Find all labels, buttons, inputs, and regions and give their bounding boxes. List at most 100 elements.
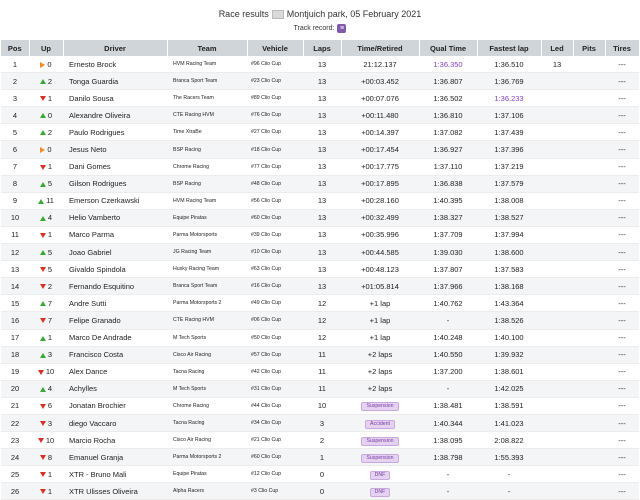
tires-cell: --- — [605, 123, 639, 142]
col-team[interactable]: Team — [167, 40, 248, 56]
table-row[interactable]: 23 10 Marcio Rocha Cisco Air Racing #21 Clio… — [1, 431, 639, 450]
table-row[interactable]: 6 0 Jesus Neto BSP Racing #18 Clio Cup 13 +00:… — [1, 140, 639, 159]
table-row[interactable]: 7 1 Dani Gomes Chrome Racing #77 Clio Cup 13 +… — [1, 158, 639, 176]
driver-cell[interactable]: Fernando Esquitino — [63, 277, 167, 296]
up-value: 0 — [47, 110, 53, 120]
table-row[interactable]: 25 1 XTR - Bruno Mali Equipe Piratas #12 Cli… — [1, 465, 639, 484]
arrow-down-icon — [39, 233, 46, 238]
col-up[interactable]: Up — [29, 40, 64, 56]
driver-cell[interactable]: Paulo Rodrigues — [63, 123, 167, 142]
table-row[interactable]: 12 5 Joao Gabriel JG Racing Team #10 Clio Cu… — [1, 243, 639, 262]
table-row[interactable]: 11 1 Marco Parma Parma Motorsports #39 Clio … — [1, 226, 639, 245]
led-cell — [541, 311, 573, 330]
table-row[interactable]: 14 2 Fernando Esquitino Branca Sport Team #1… — [1, 277, 639, 296]
driver-cell[interactable]: Marco De Andrade — [63, 329, 167, 347]
table-row[interactable]: 19 10 Alex Dance Tacna Racing #42 Clio Cup 11… — [1, 363, 639, 381]
time-cell: +2 laps — [341, 380, 419, 398]
table-row[interactable]: 24 8 Emanuel Granja Parma Motorsports 2 #60 … — [1, 448, 639, 467]
driver-cell[interactable]: Emanuel Granja — [63, 448, 167, 467]
driver-cell[interactable]: Dani Gomes — [63, 158, 167, 176]
table-row[interactable]: 21 6 Jonatan Brochier Chrome Racing #44 Clio… — [1, 397, 639, 415]
time-cell: +00:48.123 — [341, 260, 419, 279]
table-row[interactable]: 20 4 Achylles M Tech Sports #31 Clio Cup 11 +2… — [1, 380, 639, 398]
table-row[interactable]: 2 2 Tonga Guardia Branca Sport Team #23 Clio… — [1, 72, 639, 91]
driver-cell[interactable]: Marco Parma — [63, 226, 167, 245]
driver-cell[interactable]: Andre Sutti — [63, 294, 167, 313]
driver-cell[interactable]: Danilo Sousa — [63, 89, 167, 108]
driver-cell[interactable]: Gilson Rodrigues — [63, 175, 167, 193]
pos-cell: 17 — [1, 329, 29, 347]
table-row[interactable]: 5 2 Paulo Rodrigues Time XtraBe #27 Clio Cup… — [1, 123, 639, 142]
table-row[interactable]: 9 11 Emerson Czerkawski HVM Racing Team #56 … — [1, 192, 639, 210]
table-row[interactable]: 18 3 Francisco Costa Cisco Air Racing #57 Cl… — [1, 346, 639, 364]
pos-cell: 2 — [1, 72, 29, 91]
driver-cell[interactable]: Emerson Czerkawski — [63, 192, 167, 210]
driver-cell[interactable]: Jesus Neto — [63, 140, 167, 159]
table-row[interactable]: 1 0 Ernesto Brock HVM Racing Team #96 Ciio C… — [1, 56, 639, 74]
driver-cell[interactable]: XTR - Bruno Mali — [63, 465, 167, 484]
table-row[interactable]: 4 0 Alexandre Oliveira CTE Racing HVM #76 Cl… — [1, 106, 639, 125]
time-cell: +2 laps — [341, 363, 419, 381]
laps-cell: 13 — [303, 192, 341, 210]
title-prefix: Race results — [218, 9, 269, 19]
qual-cell: 1:39.030 — [419, 243, 477, 262]
fastest-cell: 1:38.527 — [477, 209, 541, 227]
table-row[interactable]: 16 7 Felipe Granado CTE Racing HVM #06 Clio … — [1, 311, 639, 330]
col-tires[interactable]: Tires — [605, 40, 640, 56]
laps-cell: 13 — [303, 226, 341, 245]
driver-cell[interactable]: XTR Ulisses Oliveira — [63, 482, 167, 500]
table-row[interactable]: 17 1 Marco De Andrade M Tech Sports #50 Clio… — [1, 329, 639, 347]
laps-cell: 13 — [303, 106, 341, 125]
driver-cell[interactable]: Alex Dance — [63, 363, 167, 381]
time-value: +00:11.480 — [361, 110, 399, 120]
table-row[interactable]: 15 7 Andre Sutti Parma Motorsports 2 #49 Cli… — [1, 294, 639, 313]
table-row[interactable]: 22 3 diego Vaccaro Tacna Racing #34 Clio Cup… — [1, 414, 639, 433]
arrow-down-icon — [37, 369, 44, 375]
table-row[interactable]: 10 4 Helio Vamberto Equipe Piratas #60 Clio … — [1, 209, 639, 227]
driver-cell[interactable]: Felipe Granado — [63, 311, 167, 330]
driver-cell[interactable]: Givaldo Spindola — [63, 260, 167, 279]
vehicle-cell: #96 Ciio Cup — [247, 56, 303, 74]
driver-cell[interactable]: Marcio Rocha — [63, 431, 167, 450]
led-cell — [541, 465, 573, 484]
col-driver[interactable]: Driver — [63, 40, 168, 56]
col-time[interactable]: Time/Retired — [341, 40, 420, 56]
driver-cell[interactable]: Tonga Guardia — [63, 72, 167, 91]
driver-cell[interactable]: Joao Gabriel — [63, 243, 167, 262]
table-row[interactable]: 13 5 Givaldo Spindola Husky Racing Team #63 … — [1, 260, 639, 279]
pos-cell: 24 — [1, 448, 29, 467]
time-value: +1 lap — [369, 333, 391, 343]
time-cell: Suspension — [341, 431, 419, 450]
driver-cell[interactable]: Helio Vamberto — [63, 209, 167, 227]
led-cell — [541, 329, 573, 347]
pits-cell — [573, 363, 605, 381]
qual-cell: 1:37.082 — [419, 123, 477, 142]
tires-cell: --- — [605, 158, 639, 176]
fastest-cell: - — [477, 465, 541, 484]
led-cell — [541, 123, 573, 142]
driver-cell[interactable]: Francisco Costa — [63, 346, 167, 364]
fastest-cell: 1:43.364 — [477, 294, 541, 313]
driver-cell[interactable]: Ernesto Brock — [63, 56, 167, 74]
driver-cell[interactable]: Achylles — [63, 380, 167, 398]
col-fastest[interactable]: Fastest lap — [477, 40, 542, 56]
record-icon[interactable]: ≡ — [337, 24, 347, 33]
vehicle-cell: #42 Clio Cup — [247, 363, 303, 381]
time-cell: +00:32.499 — [341, 209, 419, 227]
arrow-up-icon — [39, 352, 46, 358]
arrow-down-icon — [39, 164, 46, 170]
col-led[interactable]: Led — [541, 40, 574, 56]
table-row[interactable]: 3 1 Danilo Sousa The Racers Team #89 Clio Cu… — [1, 89, 639, 108]
col-vehicle[interactable]: Vehicle — [247, 40, 304, 56]
table-row[interactable]: 8 5 Gilson Rodrigues BSP Racing #48 Clio Cup… — [1, 175, 639, 193]
pits-cell — [573, 380, 605, 398]
driver-cell[interactable]: diego Vaccaro — [63, 414, 167, 433]
col-laps[interactable]: Laps — [303, 40, 342, 56]
col-pits[interactable]: Pits — [573, 40, 606, 56]
driver-cell[interactable]: Alexandre Oliveira — [63, 106, 167, 125]
driver-cell[interactable]: Jonatan Brochier — [63, 397, 167, 415]
col-qual[interactable]: Qual Time — [419, 40, 478, 56]
table-row[interactable]: 26 1 XTR Ulisses Oliveira Alpha Racers #3 Cl… — [1, 482, 639, 500]
col-pos[interactable]: Pos — [1, 40, 30, 56]
tires-cell: --- — [605, 329, 639, 347]
